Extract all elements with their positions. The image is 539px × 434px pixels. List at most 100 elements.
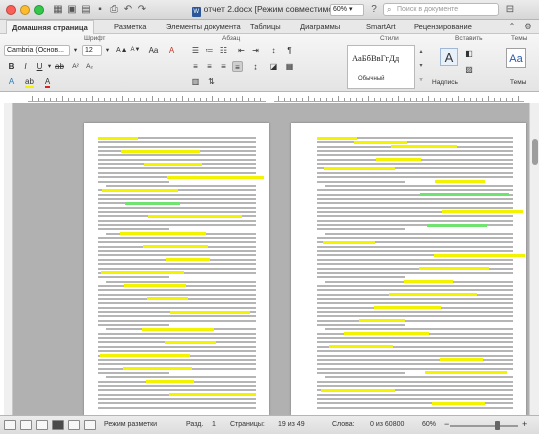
tab-charts[interactable]: Диаграммы xyxy=(300,22,340,31)
text-line xyxy=(98,363,256,366)
view-publishing-icon[interactable] xyxy=(36,420,48,430)
line-spacing-icon[interactable]: ↨ xyxy=(250,61,261,72)
strikethrough-button[interactable]: ab xyxy=(54,61,65,72)
collapse-ribbon-icon[interactable]: ⌃ xyxy=(506,21,518,33)
help-icon[interactable]: ? xyxy=(368,4,380,16)
pages-label: Страницы: xyxy=(230,421,265,428)
ruler-tick xyxy=(170,98,171,101)
tab-tables[interactable]: Таблицы xyxy=(250,22,281,31)
view-outline-icon[interactable] xyxy=(20,420,32,430)
font-color-icon[interactable]: A xyxy=(42,76,53,88)
search-input[interactable]: ⌕ Поиск в документе xyxy=(383,3,499,16)
ribbon-settings-icon[interactable]: ⚙ xyxy=(522,21,534,33)
text-line xyxy=(317,245,513,248)
zoom-select[interactable]: 60% ▾ xyxy=(330,4,364,16)
highlight-mark xyxy=(329,345,393,349)
tab-home[interactable]: Домашняя страница xyxy=(6,20,94,34)
text-direction-icon[interactable]: ⇅ xyxy=(206,76,217,87)
highlight-mark xyxy=(167,175,264,179)
decrease-indent-icon[interactable]: ⇤ xyxy=(236,45,247,56)
page-left[interactable] xyxy=(84,123,269,415)
font-size-dropdown-icon[interactable]: ▾ xyxy=(102,45,113,56)
sort-icon[interactable]: ↕ xyxy=(268,45,279,56)
shape-icon[interactable]: ◧ xyxy=(462,48,476,62)
text-line xyxy=(317,202,513,205)
new-document-icon[interactable]: ▣ xyxy=(66,4,78,16)
tab-smartart[interactable]: SmartArt xyxy=(366,22,396,31)
justify-icon[interactable]: ≡ xyxy=(232,61,243,72)
minimize-window-button[interactable] xyxy=(20,5,30,15)
zoom-in-icon[interactable]: + xyxy=(522,419,527,429)
highlight-mark xyxy=(142,327,214,331)
text-line xyxy=(317,289,513,292)
tab-review[interactable]: Рецензирование xyxy=(414,22,472,31)
view-notebook-icon[interactable] xyxy=(68,420,80,430)
view-print-layout-icon[interactable] xyxy=(52,420,64,430)
borders-icon[interactable]: ▦ xyxy=(284,61,295,72)
vertical-scrollbar[interactable] xyxy=(529,103,539,415)
close-window-button[interactable] xyxy=(6,5,16,15)
open-folder-icon[interactable]: ▤ xyxy=(80,4,92,16)
font-size-select[interactable]: 12 xyxy=(82,45,102,56)
text-line xyxy=(98,267,256,270)
ruler-tick xyxy=(92,96,93,101)
align-center-icon[interactable]: ≡ xyxy=(204,61,215,72)
case-icon[interactable]: Aa xyxy=(148,45,159,56)
superscript-button[interactable]: A² xyxy=(70,61,81,72)
text-box-icon[interactable]: A xyxy=(440,48,458,66)
grow-font-icon[interactable]: A▲ xyxy=(116,45,128,56)
tab-layout[interactable]: Разметка xyxy=(114,22,146,31)
undo-icon[interactable]: ↶ xyxy=(122,4,134,16)
document-canvas[interactable] xyxy=(13,103,539,415)
text-line xyxy=(317,171,513,174)
styles-gallery[interactable]: АаБбВвГгДд Обычный xyxy=(347,45,415,89)
view-draft-icon[interactable] xyxy=(4,420,16,430)
highlight-mark xyxy=(148,214,242,218)
align-left-icon[interactable]: ≡ xyxy=(190,61,201,72)
group-label-font: Шрифт xyxy=(84,35,106,42)
font-name-select[interactable]: Cambria (Основ... xyxy=(4,45,70,56)
tab-document-elements[interactable]: Элементы документа xyxy=(166,22,241,31)
align-right-icon[interactable]: ≡ xyxy=(218,61,229,72)
picture-icon[interactable]: ▨ xyxy=(462,64,476,78)
highlight-mark xyxy=(120,232,206,236)
shading-icon[interactable]: ◪ xyxy=(268,61,279,72)
styles-scroll-icon[interactable]: ▴ ▾ ▿ xyxy=(417,45,425,89)
scrollbar-thumb[interactable] xyxy=(532,139,538,165)
show-formatting-icon[interactable]: ¶ xyxy=(284,45,295,56)
ruler-tick xyxy=(380,98,381,101)
bold-button[interactable]: B xyxy=(6,61,17,72)
sidebar-icon[interactable]: ▦ xyxy=(52,4,64,16)
italic-button[interactable]: I xyxy=(20,61,31,72)
shrink-font-icon[interactable]: A▼ xyxy=(130,45,141,56)
zoom-out-icon[interactable]: − xyxy=(444,419,449,429)
font-name-dropdown-icon[interactable]: ▾ xyxy=(70,45,81,56)
text-line xyxy=(317,237,513,240)
subscript-button[interactable]: A₂ xyxy=(84,61,95,72)
text-effects-icon[interactable]: A xyxy=(6,76,17,87)
bullets-icon[interactable]: ☰ xyxy=(190,45,201,56)
highlight-color-icon[interactable]: ab xyxy=(24,76,35,88)
numbering-icon[interactable]: ≔ xyxy=(204,45,215,56)
ruler-tick xyxy=(392,98,393,101)
zoom-window-button[interactable] xyxy=(34,5,44,15)
view-focus-icon[interactable] xyxy=(84,420,96,430)
print-icon[interactable]: ⎙ xyxy=(108,4,120,16)
zoom-slider-thumb[interactable] xyxy=(495,421,500,430)
redo-icon[interactable]: ↷ xyxy=(136,4,148,16)
text-line xyxy=(98,332,256,335)
highlight-mark xyxy=(419,267,489,270)
ruler-tick xyxy=(278,96,279,101)
columns-icon[interactable]: ▥ xyxy=(190,76,201,87)
page-right[interactable] xyxy=(291,123,526,415)
clear-format-icon[interactable]: A xyxy=(166,45,177,56)
toolbar-toggle-icon[interactable]: ⊟ xyxy=(504,4,516,16)
increase-indent-icon[interactable]: ⇥ xyxy=(250,45,261,56)
text-line xyxy=(98,197,256,200)
zoom-slider[interactable] xyxy=(450,425,518,427)
ruler-tick xyxy=(104,98,105,101)
text-line xyxy=(317,324,406,327)
save-icon[interactable]: ▪ xyxy=(94,4,106,16)
multilevel-list-icon[interactable]: ☷ xyxy=(218,45,229,56)
themes-icon[interactable]: Aa xyxy=(506,48,526,68)
